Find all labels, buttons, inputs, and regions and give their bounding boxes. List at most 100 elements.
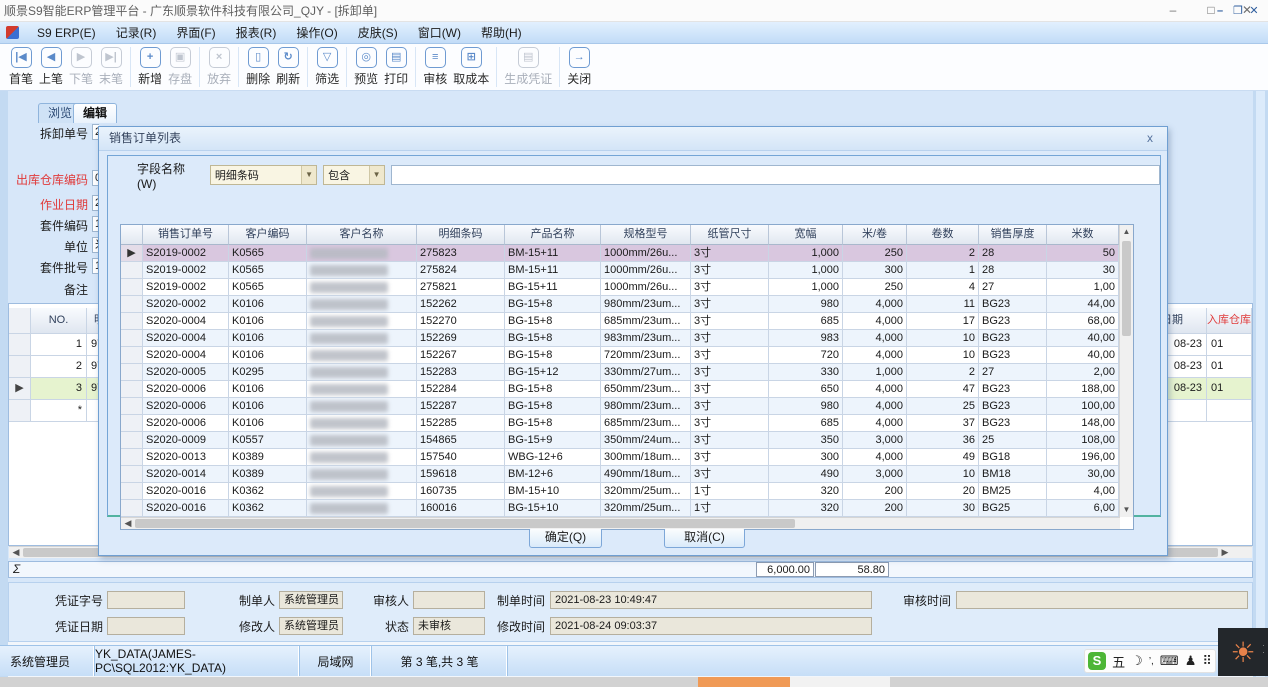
cell: BG23 bbox=[979, 313, 1047, 330]
corner-app-icon[interactable]: ☀ ·· bbox=[1218, 628, 1268, 676]
table-row[interactable]: S2020-0006K0106152285BG-15+8685mm/23um..… bbox=[121, 415, 1133, 432]
cell: 17 bbox=[907, 313, 979, 330]
table-row[interactable]: S2020-0013K0389157540WBG-12+6300mm/18um.… bbox=[121, 449, 1133, 466]
cell: S2019-0002 bbox=[143, 262, 229, 279]
table-row[interactable]: S2020-0004K0106152270BG-15+8685mm/23um..… bbox=[121, 313, 1133, 330]
col-header-4[interactable]: 产品名称 bbox=[505, 225, 601, 245]
footer-field-1-2[interactable]: 未审核 bbox=[413, 617, 485, 635]
sogou-s-icon[interactable]: S bbox=[1088, 652, 1106, 670]
mdi-restore-button[interactable]: ❐ bbox=[1230, 0, 1246, 22]
col-header-11[interactable]: 米数 bbox=[1047, 225, 1119, 245]
bg-col-0[interactable]: NO. bbox=[31, 308, 87, 334]
table-row[interactable]: S2020-0006K0106152287BG-15+8980mm/23um..… bbox=[121, 398, 1133, 415]
col-header-0[interactable]: 销售订单号 bbox=[143, 225, 229, 245]
footer-field-1-0[interactable] bbox=[107, 617, 185, 635]
chevron-down-icon[interactable]: ▼ bbox=[369, 166, 384, 184]
wubi-icon[interactable]: 五 bbox=[1112, 652, 1125, 671]
filter-value-input[interactable] bbox=[391, 165, 1160, 185]
col-header-8[interactable]: 米/卷 bbox=[843, 225, 907, 245]
table-row[interactable]: S2020-0005K0295152283BG-15+12330mm/27um.… bbox=[121, 364, 1133, 381]
apostrophe-icon[interactable]: ’, bbox=[1149, 656, 1154, 667]
window-minimize-button[interactable]: – bbox=[1158, 0, 1188, 22]
table-row[interactable]: S2020-0002K0106152262BG-15+8980mm/23um..… bbox=[121, 296, 1133, 313]
table-row[interactable]: S2020-0016K0362160016BG-15+10320mm/25um.… bbox=[121, 500, 1133, 517]
tab-edit[interactable]: 编辑 bbox=[73, 103, 117, 123]
person-icon[interactable]: ♟ bbox=[1185, 653, 1197, 669]
col-header-1[interactable]: 客户编码 bbox=[229, 225, 307, 245]
cell bbox=[307, 432, 417, 449]
taskbar-active-item[interactable] bbox=[698, 677, 790, 687]
scroll-down-icon[interactable]: ▼ bbox=[1120, 503, 1133, 517]
field-name-combo[interactable]: 明细条码 ▼ bbox=[210, 165, 317, 185]
footer-field-0-4[interactable] bbox=[956, 591, 1248, 609]
table-row[interactable]: S2020-0004K0106152267BG-15+8720mm/23um..… bbox=[121, 347, 1133, 364]
footer-field-1-1[interactable]: 系统管理员 bbox=[279, 617, 343, 635]
toolbar-preview-button[interactable]: ◎预览 bbox=[351, 47, 381, 87]
moon-icon[interactable]: ☽ bbox=[1131, 653, 1143, 669]
col-header-7[interactable]: 宽幅 bbox=[769, 225, 843, 245]
table-row[interactable]: S2019-0002K0565275824BM-15+111000mm/26u.… bbox=[121, 262, 1133, 279]
scrollbar-thumb[interactable] bbox=[1122, 241, 1131, 336]
toolbar-add-button[interactable]: +新增 bbox=[135, 47, 165, 87]
cell: S2019-0002 bbox=[143, 279, 229, 296]
cancel-button[interactable]: 取消(C) bbox=[664, 527, 745, 548]
taskbar-item[interactable] bbox=[790, 677, 890, 687]
menu-item-7[interactable]: 帮助(H) bbox=[471, 22, 532, 44]
table-row[interactable]: S2020-0016K0362160735BM-15+10320mm/25um.… bbox=[121, 483, 1133, 500]
col-header-5[interactable]: 规格型号 bbox=[601, 225, 691, 245]
chevron-down-icon[interactable]: ▼ bbox=[301, 166, 316, 184]
toolbar-refresh-button[interactable]: ↻刷新 bbox=[273, 47, 303, 87]
ok-button[interactable]: 确定(Q) bbox=[529, 527, 602, 548]
grid-hscrollbar[interactable]: ◀ bbox=[121, 517, 1120, 529]
operator-combo[interactable]: 包含 ▼ bbox=[323, 165, 385, 185]
toolbar-cost-button[interactable]: ⊞取成本 bbox=[450, 47, 492, 87]
table-row[interactable]: S2020-0009K0557154865BG-15+9350mm/24um..… bbox=[121, 432, 1133, 449]
col-header-6[interactable]: 纸管尺寸 bbox=[691, 225, 769, 245]
bg-col-1[interactable]: 入库仓库 bbox=[1207, 308, 1252, 334]
keyboard-icon[interactable]: ⌨ bbox=[1160, 653, 1179, 669]
col-header-3[interactable]: 明细条码 bbox=[417, 225, 505, 245]
col-header-10[interactable]: 销售厚度 bbox=[979, 225, 1047, 245]
table-row[interactable]: S2020-0014K0389159618BM-12+6490mm/18um..… bbox=[121, 466, 1133, 483]
menu-item-3[interactable]: 报表(R) bbox=[226, 22, 287, 44]
menu-item-6[interactable]: 窗口(W) bbox=[408, 22, 471, 44]
menu-item-5[interactable]: 皮肤(S) bbox=[348, 22, 408, 44]
grid-vscrollbar[interactable]: ▲ ▼ bbox=[1119, 225, 1133, 517]
dialog-close-icon[interactable]: x bbox=[1141, 130, 1159, 148]
toolbar-first-button[interactable]: |◀首笔 bbox=[6, 47, 36, 87]
footer-field-0-2[interactable] bbox=[413, 591, 485, 609]
col-header-2[interactable]: 客户名称 bbox=[307, 225, 417, 245]
cell: 3 bbox=[31, 378, 87, 400]
table-row[interactable]: S2019-0002K0565275821BG-15+111000mm/26u.… bbox=[121, 279, 1133, 296]
footer-field-0-3[interactable]: 2021-08-23 10:49:47 bbox=[550, 591, 872, 609]
table-row[interactable]: ▶S2019-0002K0565275823BM-15+111000mm/26u… bbox=[121, 245, 1133, 262]
footer-field-0-0[interactable] bbox=[107, 591, 185, 609]
table-row[interactable]: S2020-0006K0106152284BG-15+8650mm/23um..… bbox=[121, 381, 1133, 398]
row-indicator bbox=[9, 356, 31, 378]
toolbar-audit-button[interactable]: ≡审核 bbox=[420, 47, 450, 87]
scroll-left-icon[interactable]: ◀ bbox=[121, 518, 135, 529]
menu-item-4[interactable]: 操作(O) bbox=[286, 22, 347, 44]
toolbar-close-button[interactable]: →关闭 bbox=[564, 47, 594, 87]
cell: 2 bbox=[907, 245, 979, 262]
footer-field-1-3[interactable]: 2021-08-24 09:03:37 bbox=[550, 617, 872, 635]
table-row[interactable]: S2020-0004K0106152269BG-15+8983mm/23um..… bbox=[121, 330, 1133, 347]
mdi-minimize-button[interactable]: – bbox=[1212, 0, 1228, 22]
scroll-up-icon[interactable]: ▲ bbox=[1120, 225, 1133, 239]
toolbar-filter-button[interactable]: ▽筛选 bbox=[312, 47, 342, 87]
footer-field-0-1[interactable]: 系统管理员 bbox=[279, 591, 343, 609]
toolbar-prev-button[interactable]: ◀上笔 bbox=[36, 47, 66, 87]
menu-item-2[interactable]: 界面(F) bbox=[166, 22, 225, 44]
menu-item-1[interactable]: 记录(R) bbox=[106, 22, 167, 44]
scroll-left-icon[interactable]: ◀ bbox=[9, 547, 23, 558]
mdi-close-button[interactable]: ✕ bbox=[1246, 0, 1262, 22]
toolbar-delete-button[interactable]: ▯删除 bbox=[243, 47, 273, 87]
cell: 685 bbox=[769, 415, 843, 432]
toolbar-print-button[interactable]: ▤打印 bbox=[381, 47, 411, 87]
form-label-4: 单位 bbox=[0, 238, 88, 255]
grid-icon[interactable]: ⠿ bbox=[1202, 653, 1212, 669]
col-header-9[interactable]: 卷数 bbox=[907, 225, 979, 245]
scrollbar-thumb[interactable] bbox=[135, 519, 795, 528]
scroll-right-icon[interactable]: ▶ bbox=[1218, 547, 1232, 558]
menu-item-0[interactable]: S9 ERP(E) bbox=[27, 22, 106, 44]
